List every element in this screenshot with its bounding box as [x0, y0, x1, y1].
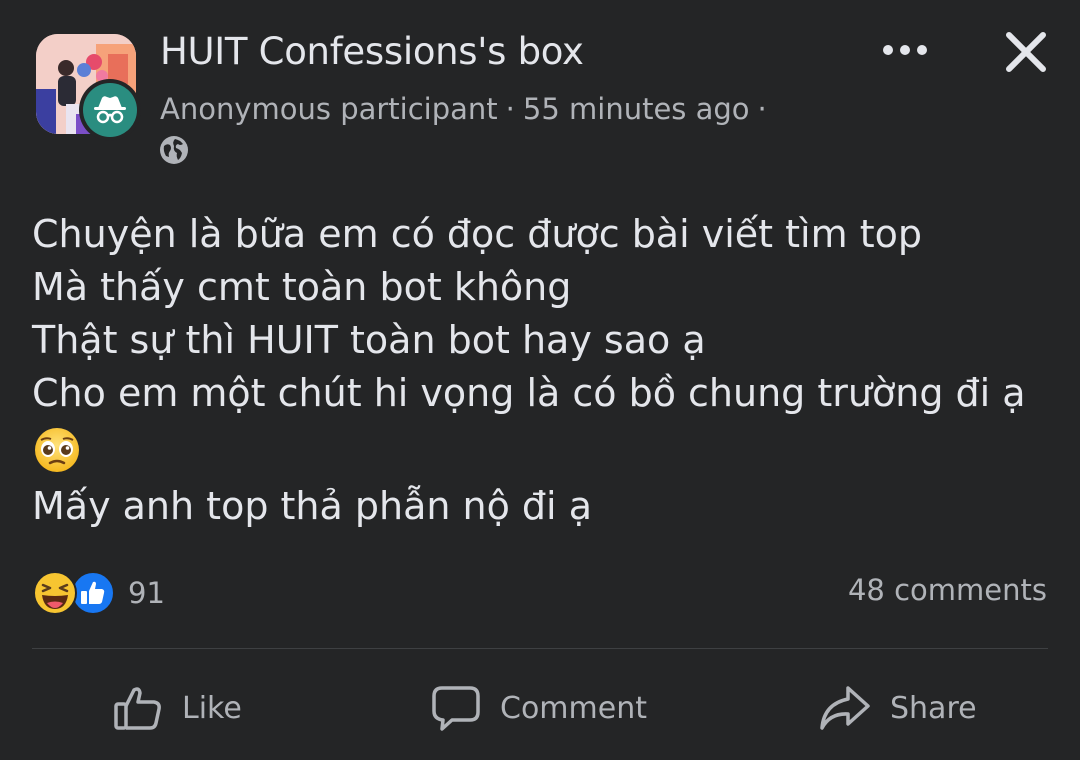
- close-icon: [1006, 32, 1046, 72]
- reaction-count[interactable]: 91: [128, 576, 165, 610]
- post-actions: Like Comment Share: [0, 660, 1080, 755]
- post-line: Mấy anh top thả phẫn nộ đi ạ: [32, 484, 592, 528]
- author-name[interactable]: Anonymous participant: [160, 92, 498, 126]
- divider: [32, 648, 1048, 649]
- group-avatar[interactable]: [36, 34, 146, 146]
- meta-separator: ·: [757, 92, 767, 126]
- incognito-icon: [94, 96, 126, 124]
- comment-button[interactable]: Comment: [430, 678, 647, 738]
- post-timestamp[interactable]: 55 minutes ago: [523, 92, 750, 126]
- like-label: Like: [182, 690, 242, 726]
- close-button[interactable]: [1000, 26, 1052, 78]
- comments-count[interactable]: 48 comments: [848, 573, 1047, 607]
- more-options-button[interactable]: [880, 30, 930, 70]
- share-label: Share: [890, 690, 977, 726]
- post-line: Thật sự thì HUIT toàn bot hay sao ạ: [32, 318, 706, 362]
- haha-reaction-icon: [32, 570, 78, 616]
- comment-bubble-icon: [432, 686, 480, 731]
- share-arrow-icon: [820, 686, 870, 730]
- post-meta: Anonymous participant · 55 minutes ago ·: [160, 92, 775, 126]
- post-line: Chuyện là bữa em có đọc được bài viết tì…: [32, 212, 922, 256]
- meta-separator: ·: [505, 92, 515, 126]
- post-line: Cho em một chút hi vọng là có bồ chung t…: [32, 371, 1026, 415]
- post-header: HUIT Confessions's box Anonymous partici…: [0, 0, 1080, 180]
- share-button[interactable]: Share: [818, 678, 977, 738]
- globe-icon: [158, 134, 190, 166]
- thumbs-up-icon: [114, 687, 161, 730]
- reaction-summary[interactable]: 91: [32, 568, 165, 618]
- post-text: Chuyện là bữa em có đọc được bài viết tì…: [32, 208, 1042, 533]
- comment-label: Comment: [500, 690, 647, 726]
- post-line: Mà thấy cmt toàn bot không: [32, 265, 572, 309]
- pleading-face-emoji: [32, 420, 1042, 480]
- page-title[interactable]: HUIT Confessions's box: [160, 30, 584, 73]
- anonymous-badge: [79, 79, 141, 141]
- more-horizontal-icon: [883, 45, 927, 55]
- like-button[interactable]: Like: [112, 678, 242, 738]
